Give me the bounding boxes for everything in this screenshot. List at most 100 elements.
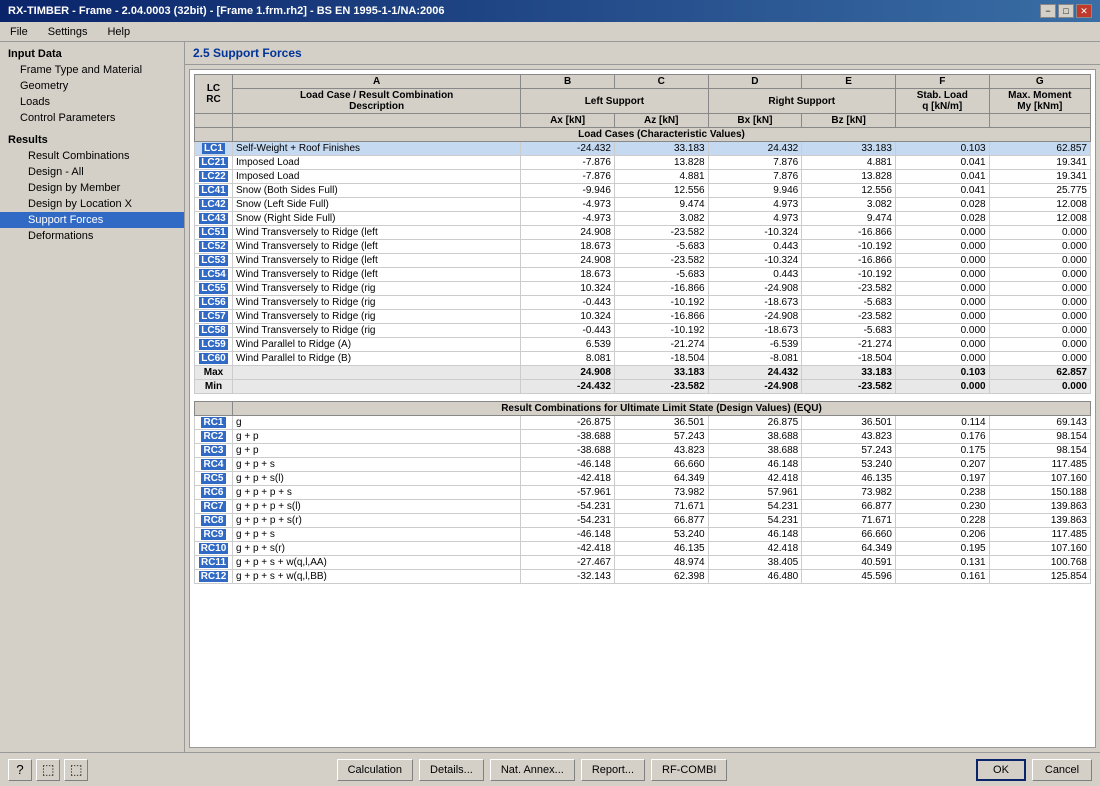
desc-cell: Snow (Right Side Full)	[233, 212, 521, 226]
bz-cell: -23.582	[802, 310, 896, 324]
my-cell: 62.857	[989, 142, 1090, 156]
my-cell: 0.000	[989, 268, 1090, 282]
rc-id-cell: RC3	[195, 444, 233, 458]
ax-cell: -54.231	[521, 500, 615, 514]
az-cell: 71.671	[614, 500, 708, 514]
ax-cell: -46.148	[521, 528, 615, 542]
bz-cell: 36.501	[802, 416, 896, 430]
sidebar-item-frame-type[interactable]: Frame Type and Material	[0, 62, 184, 78]
bz-cell: 73.982	[802, 486, 896, 500]
my-cell: 19.341	[989, 156, 1090, 170]
sidebar-item-result-combinations[interactable]: Result Combinations	[0, 148, 184, 164]
az-cell: 4.881	[614, 170, 708, 184]
cancel-button[interactable]: Cancel	[1032, 759, 1092, 781]
sidebar: Input Data Frame Type and Material Geome…	[0, 42, 185, 752]
sidebar-item-control-params[interactable]: Control Parameters	[0, 110, 184, 126]
table-row: LC55Wind Transversely to Ridge (rig10.32…	[195, 282, 1091, 296]
ax-cell: -4.973	[521, 212, 615, 226]
bz-cell: 43.823	[802, 430, 896, 444]
lc-badge: LC54	[199, 269, 227, 280]
bx-cell: 0.443	[708, 240, 802, 254]
ax-cell: -46.148	[521, 458, 615, 472]
icon-btn-2[interactable]: ⬚	[36, 759, 60, 781]
desc-cell: Wind Transversely to Ridge (rig	[233, 282, 521, 296]
bottom-right-buttons: OK Cancel	[976, 759, 1092, 781]
icon-btn-1[interactable]: ?	[8, 759, 32, 781]
ax-cell: -24.432	[521, 142, 615, 156]
table-row: LC1Self-Weight + Roof Finishes-24.43233.…	[195, 142, 1091, 156]
desc-cell: g + p + s + w(q,l,BB)	[233, 570, 521, 584]
bx-cell: 38.688	[708, 444, 802, 458]
desc-cell: Snow (Both Sides Full)	[233, 184, 521, 198]
az-cell: 66.877	[614, 514, 708, 528]
bottom-left-buttons: ? ⬚ ⬚	[8, 759, 88, 781]
q-cell: 0.000	[895, 226, 989, 240]
icon-btn-3[interactable]: ⬚	[64, 759, 88, 781]
desc-cell: g + p	[233, 430, 521, 444]
sidebar-item-deformations[interactable]: Deformations	[0, 228, 184, 244]
close-button[interactable]: ✕	[1076, 4, 1092, 18]
bottom-bar: ? ⬚ ⬚ Calculation Details... Nat. Annex.…	[0, 752, 1100, 786]
desc-cell: g + p + s(l)	[233, 472, 521, 486]
lc-id-cell: LC55	[195, 282, 233, 296]
results-header: Results	[0, 132, 184, 148]
menu-file[interactable]: File	[4, 25, 34, 39]
rf-combi-button[interactable]: RF-COMBI	[651, 759, 727, 781]
ax-cell: -0.443	[521, 324, 615, 338]
ok-button[interactable]: OK	[976, 759, 1026, 781]
desc-cell: Wind Transversely to Ridge (left	[233, 268, 521, 282]
rc-badge: RC7	[201, 501, 225, 512]
bx-cell: 38.688	[708, 430, 802, 444]
my-cell: 107.160	[989, 472, 1090, 486]
rc-id-cell: RC7	[195, 500, 233, 514]
sidebar-item-design-member[interactable]: Design by Member	[0, 180, 184, 196]
ax-cell: -38.688	[521, 430, 615, 444]
nat-annex-button[interactable]: Nat. Annex...	[490, 759, 575, 781]
sidebar-item-support-forces[interactable]: Support Forces	[0, 212, 184, 228]
table-row: Min-24.432-23.582-24.908-23.5820.0000.00…	[195, 380, 1091, 394]
table-row: RC12g + p + s + w(q,l,BB)-32.14362.39846…	[195, 570, 1091, 584]
sidebar-item-design-location[interactable]: Design by Location X	[0, 196, 184, 212]
ax-cell: -9.946	[521, 184, 615, 198]
bx-cell: 42.418	[708, 542, 802, 556]
lc-badge: LC43	[199, 213, 227, 224]
menu-settings[interactable]: Settings	[42, 25, 94, 39]
bz-cell: 45.596	[802, 570, 896, 584]
desc-cell: Wind Transversely to Ridge (left	[233, 254, 521, 268]
lc-badge: LC42	[199, 199, 227, 210]
q-cell: 0.041	[895, 170, 989, 184]
bz-cell: 13.828	[802, 170, 896, 184]
report-button[interactable]: Report...	[581, 759, 645, 781]
table-row: RC1g-26.87536.50126.87536.5010.11469.143	[195, 416, 1091, 430]
bottom-center-buttons: Calculation Details... Nat. Annex... Rep…	[337, 759, 728, 781]
table-row: LC58Wind Transversely to Ridge (rig-0.44…	[195, 324, 1091, 338]
rc-id-cell: RC6	[195, 486, 233, 500]
details-button[interactable]: Details...	[419, 759, 484, 781]
ax-unit: Ax [kN]	[521, 114, 615, 128]
table-row: LC21Imposed Load-7.87613.8287.8764.8810.…	[195, 156, 1091, 170]
table-row: LC53Wind Transversely to Ridge (left24.9…	[195, 254, 1091, 268]
my-cell: 117.485	[989, 528, 1090, 542]
table-container[interactable]: LCRC A B C D E F G Load Case / Result Co…	[189, 69, 1096, 748]
az-cell: 12.556	[614, 184, 708, 198]
bx-cell: 46.480	[708, 570, 802, 584]
minimize-button[interactable]: −	[1040, 4, 1056, 18]
lc-rc-unit	[195, 114, 233, 128]
q-cell: 0.000	[895, 324, 989, 338]
bz-cell: -23.582	[802, 380, 896, 394]
bx-cell: 38.405	[708, 556, 802, 570]
my-cell: 150.188	[989, 486, 1090, 500]
maximize-button[interactable]: □	[1058, 4, 1074, 18]
sidebar-item-loads[interactable]: Loads	[0, 94, 184, 110]
menu-help[interactable]: Help	[101, 25, 136, 39]
sidebar-item-geometry[interactable]: Geometry	[0, 78, 184, 94]
rc-id-cell: RC8	[195, 514, 233, 528]
calculation-button[interactable]: Calculation	[337, 759, 413, 781]
table-row: LC41Snow (Both Sides Full)-9.94612.5569.…	[195, 184, 1091, 198]
table-row: Max24.90833.18324.43233.1830.10362.857	[195, 366, 1091, 380]
my-cell: 0.000	[989, 324, 1090, 338]
sidebar-item-design-all[interactable]: Design - All	[0, 164, 184, 180]
table-row: LC43Snow (Right Side Full)-4.9733.0824.9…	[195, 212, 1091, 226]
desc-cell: Wind Transversely to Ridge (left	[233, 240, 521, 254]
table-row: RC5g + p + s(l)-42.41864.34942.41846.135…	[195, 472, 1091, 486]
